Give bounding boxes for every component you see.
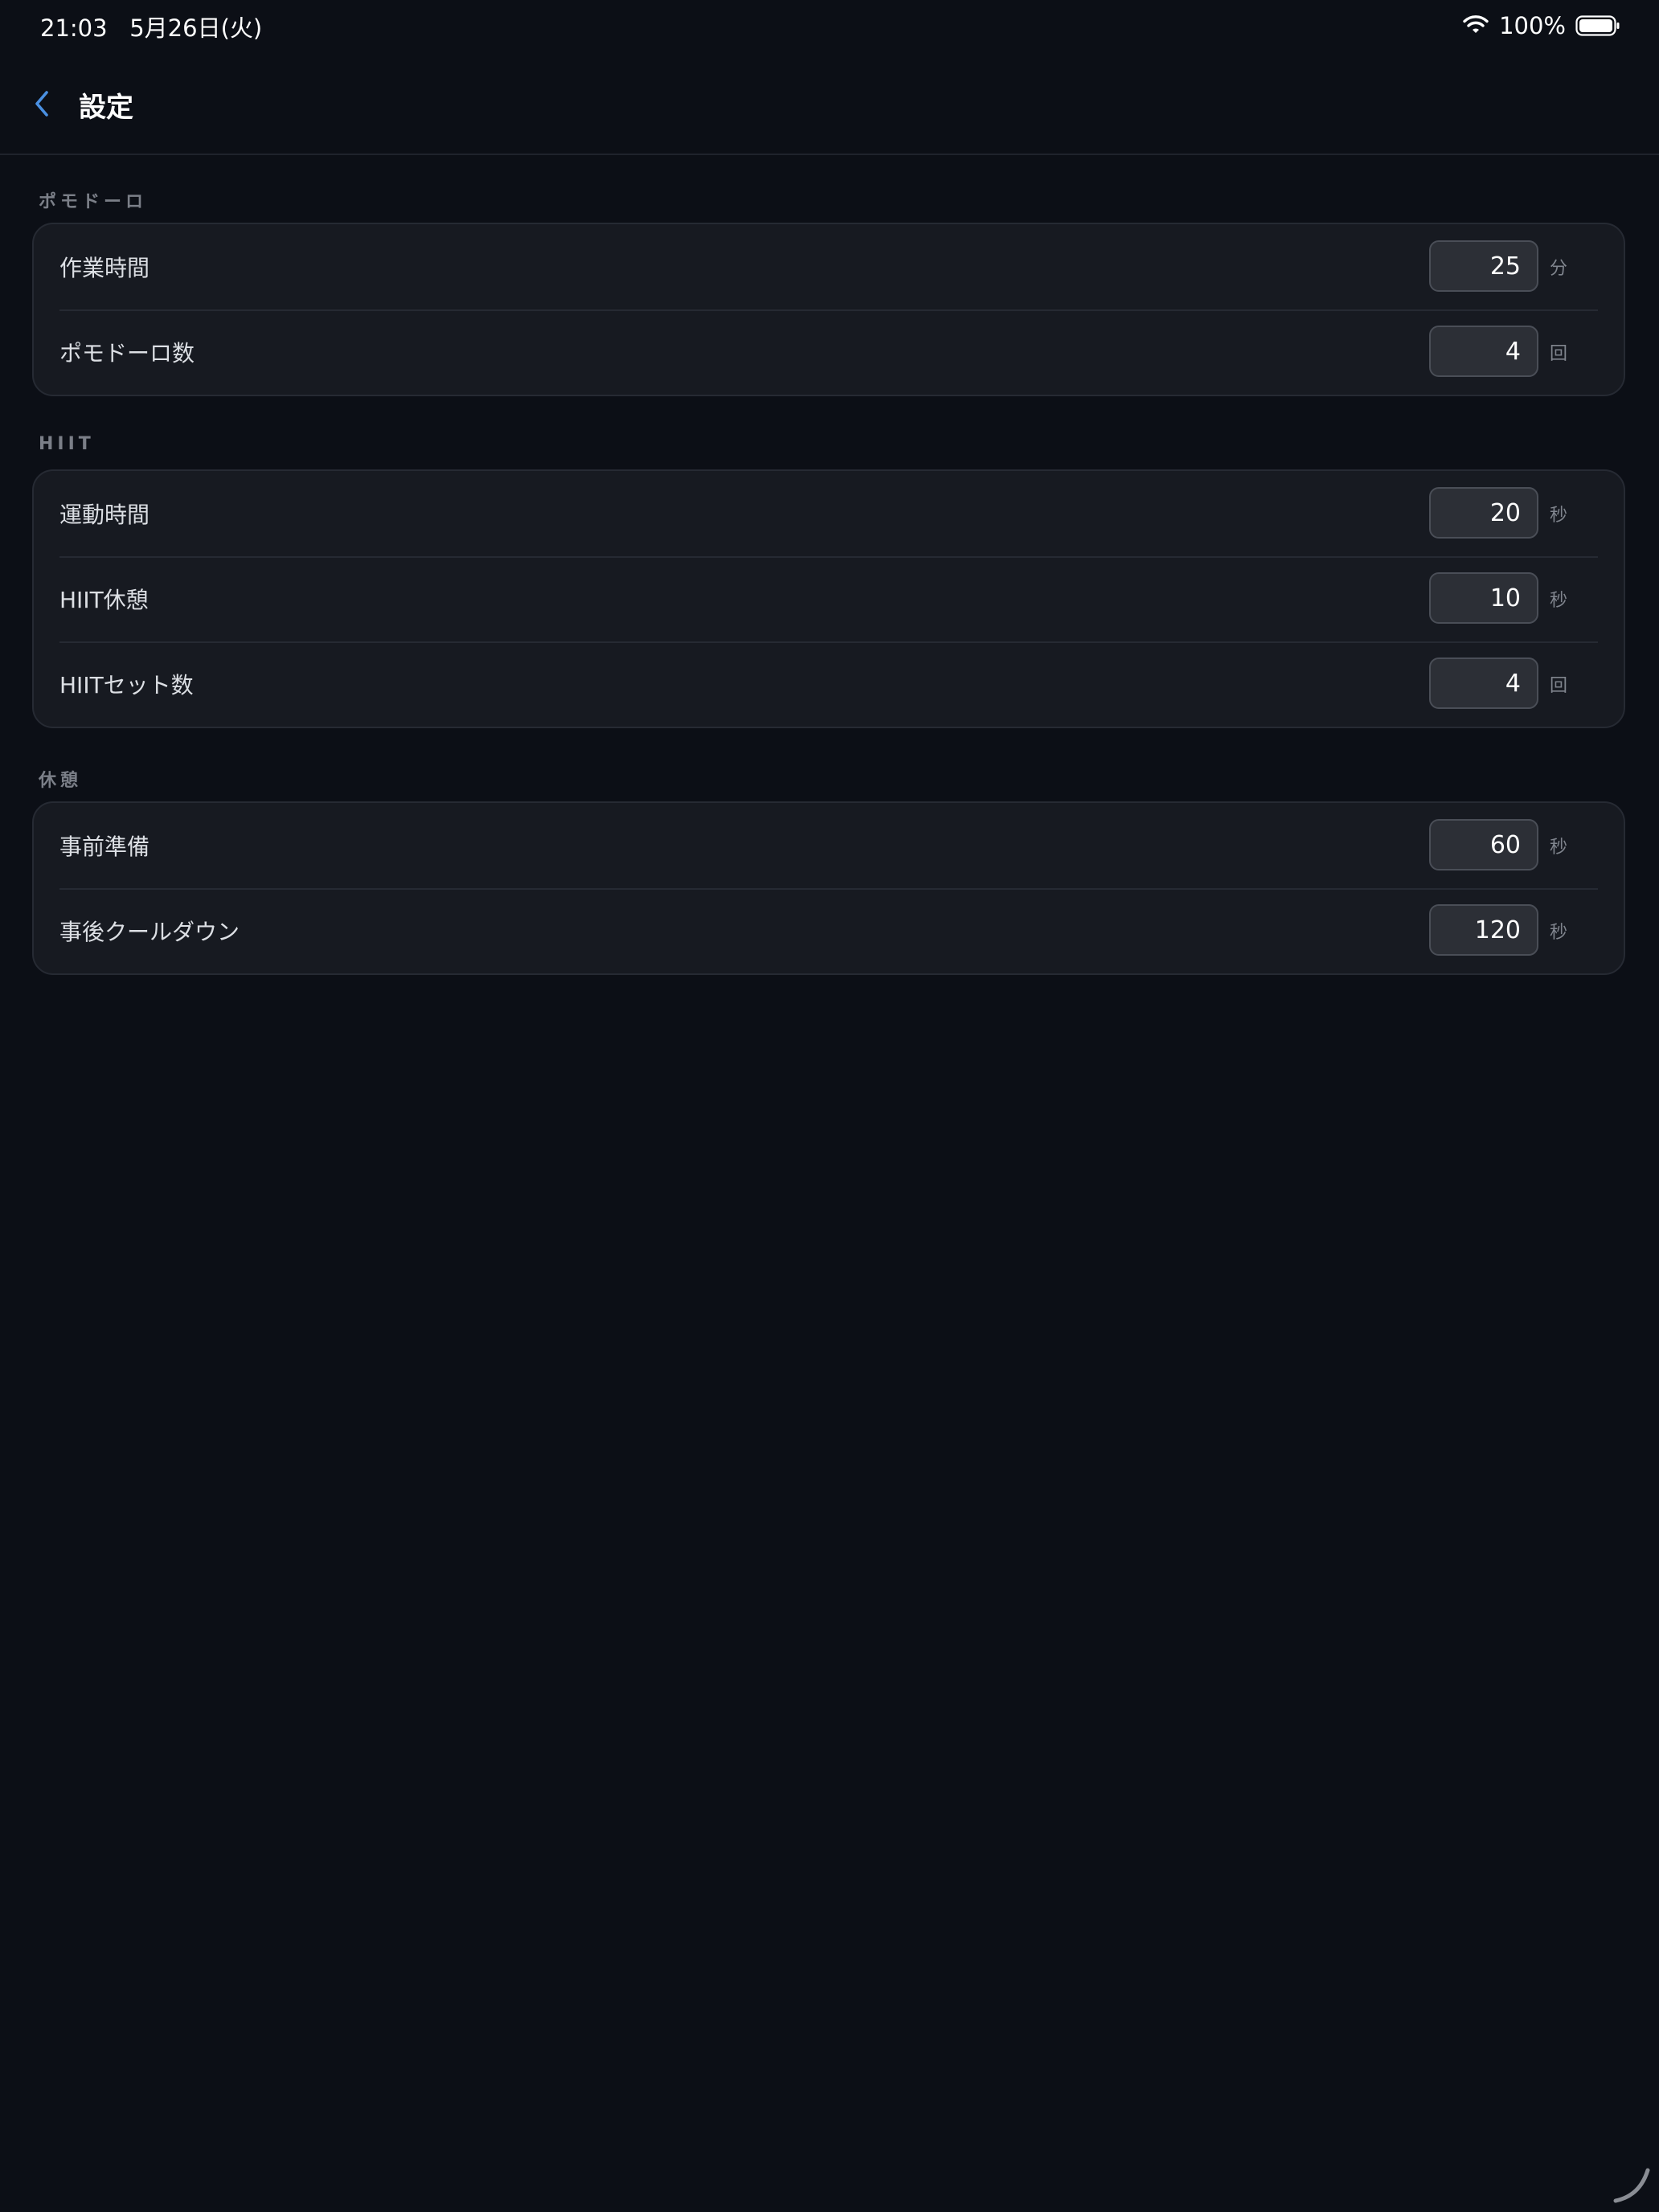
setting-row-hiit-sets: HIITセット数 回	[34, 641, 1624, 727]
work-time-input[interactable]	[1429, 240, 1538, 292]
section-header-pomodoro: ポモドーロ	[39, 192, 148, 212]
setting-label: 作業時間	[59, 255, 150, 281]
nav-bar: 設定	[0, 51, 1659, 155]
chevron-left-icon	[35, 91, 48, 117]
section-header-rest: 休憩	[39, 771, 83, 791]
setting-row-work-time: 作業時間 分	[34, 224, 1624, 309]
setting-row-pomodoro-count: ポモドーロ数 回	[34, 309, 1624, 395]
settings-card-pomodoro: 作業時間 分 ポモドーロ数 回	[32, 223, 1625, 396]
settings-card-rest: 事前準備 秒 事後クールダウン 秒	[32, 801, 1625, 975]
unit-label: 秒	[1550, 838, 1568, 858]
status-indicators: 100%	[1462, 10, 1620, 42]
status-bar: 21:03 5月26日(火) 100%	[0, 0, 1659, 51]
setting-row-exercise-time: 運動時間 秒	[34, 471, 1624, 556]
cooldown-input[interactable]	[1429, 904, 1538, 956]
setting-label: 運動時間	[59, 502, 150, 528]
unit-label: 回	[1550, 344, 1568, 364]
setting-label: ポモドーロ数	[59, 340, 195, 367]
page-title: 設定	[79, 92, 133, 124]
hiit-sets-input[interactable]	[1429, 657, 1538, 709]
section-header-hiit: HIIT	[39, 434, 95, 454]
corner-indicator-icon	[1613, 2168, 1650, 2203]
setting-row-hiit-rest: HIIT休憩 秒	[34, 556, 1624, 641]
wifi-icon	[1463, 15, 1489, 33]
unit-label: 分	[1550, 259, 1568, 279]
unit-label: 秒	[1550, 591, 1568, 611]
unit-label: 秒	[1550, 506, 1568, 526]
battery-percent: 100%	[1499, 12, 1566, 39]
status-time: 21:03 5月26日(火)	[40, 14, 263, 42]
settings-card-hiit: 運動時間 秒 HIIT休憩 秒 HIITセット数 回	[32, 469, 1625, 728]
hiit-rest-input[interactable]	[1429, 572, 1538, 624]
setting-label: 事前準備	[59, 834, 150, 860]
setting-row-warmup: 事前準備 秒	[34, 803, 1624, 888]
unit-label: 回	[1550, 676, 1568, 696]
setting-label: HIIT休憩	[59, 587, 149, 613]
setting-label: 事後クールダウン	[59, 919, 240, 945]
setting-label: HIITセット数	[59, 672, 194, 698]
back-button[interactable]	[24, 84, 59, 124]
pomodoro-count-input[interactable]	[1429, 326, 1538, 377]
setting-row-cooldown: 事後クールダウン 秒	[34, 888, 1624, 973]
exercise-time-input[interactable]	[1429, 487, 1538, 539]
battery-icon	[1575, 15, 1620, 36]
warmup-input[interactable]	[1429, 819, 1538, 870]
unit-label: 秒	[1550, 923, 1568, 943]
